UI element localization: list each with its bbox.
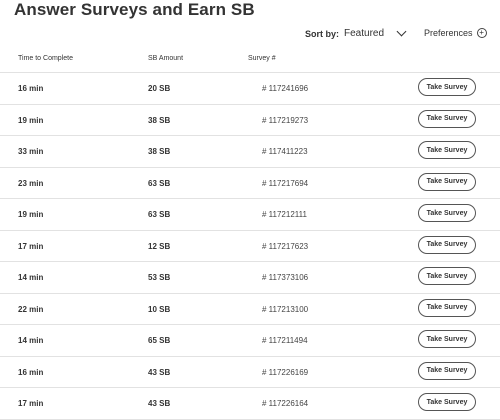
sort-label: Sort by: [305, 28, 340, 39]
survey-list: 16 min 20 SB # 117241696 Take Survey 19 min 3… [0, 73, 500, 420]
take-survey-button[interactable]: Take Survey [418, 204, 476, 222]
time-to-complete: 23 min [18, 178, 44, 188]
take-survey-button[interactable]: Take Survey [418, 141, 476, 159]
table-row: 17 min 12 SB # 117217623 Take Survey [0, 231, 500, 262]
take-survey-button[interactable]: Take Survey [418, 78, 476, 96]
page-title: Answer Surveys and Earn SB [14, 0, 255, 19]
plus-circle-icon[interactable]: + [476, 28, 487, 38]
preferences-label[interactable]: Preferences [424, 28, 473, 38]
sb-amount: 38 SB [148, 147, 171, 156]
sort-dropdown[interactable]: Sort by: Featured [305, 26, 407, 39]
table-row: 14 min 53 SB # 117373106 Take Survey [0, 262, 500, 294]
take-survey-button[interactable]: Take Survey [418, 109, 476, 128]
table-row: 19 min 38 SB # 117219273 Take Survey [0, 105, 500, 136]
sb-amount: 43 SB [148, 399, 171, 408]
table-row: 14 min 65 SB # 117211494 Take Survey [0, 325, 500, 357]
take-survey-button[interactable]: Take Survey [418, 267, 476, 285]
time-to-complete: 19 min [18, 115, 44, 125]
time-to-complete: 17 min [18, 241, 44, 251]
sort-value[interactable]: Featured [344, 28, 384, 39]
header-amount: SB Amount [148, 55, 184, 62]
table-row: 16 min 20 SB # 117241696 Take Survey [0, 73, 500, 105]
time-to-complete: 17 min [18, 399, 44, 408]
survey-number: # 117373106 [262, 273, 309, 282]
time-to-complete: 16 min [18, 367, 44, 377]
survey-number: # 117241696 [262, 84, 309, 93]
take-survey-button[interactable]: Take Survey [418, 298, 476, 317]
table-row: 23 min 63 SB # 117217694 Take Survey [0, 168, 500, 199]
survey-number: # 117211494 [262, 336, 308, 345]
table-row: 16 min 43 SB # 117226169 Take Survey [0, 357, 500, 388]
take-survey-button[interactable]: Take Survey [418, 330, 476, 348]
table-row: 19 min 63 SB # 117212111 Take Survey [0, 199, 500, 231]
header-time: Time to Complete [18, 55, 73, 62]
survey-number: # 117411223 [262, 147, 308, 156]
sb-amount: 63 SB [148, 210, 171, 219]
sb-amount: 53 SB [148, 273, 171, 282]
sb-amount: 10 SB [148, 304, 171, 314]
time-to-complete: 22 min [18, 304, 44, 314]
table-row: 22 min 10 SB # 117213100 Take Survey [0, 294, 500, 325]
sb-amount: 43 SB [148, 367, 171, 377]
table-row: 33 min 38 SB # 117411223 Take Survey [0, 136, 500, 168]
table-header: Time to Complete SB Amount Survey # [0, 45, 500, 73]
chevron-down-icon[interactable] [396, 26, 407, 37]
time-to-complete: 14 min [18, 336, 44, 345]
time-to-complete: 33 min [18, 147, 44, 156]
sb-amount: 12 SB [148, 241, 171, 251]
survey-number: # 117212111 [262, 210, 307, 219]
sb-amount: 38 SB [148, 115, 171, 125]
survey-number: # 117226164 [262, 399, 309, 408]
time-to-complete: 14 min [18, 273, 44, 282]
sb-amount: 63 SB [148, 178, 171, 188]
sb-amount: 20 SB [148, 84, 171, 93]
take-survey-button[interactable]: Take Survey [418, 172, 476, 191]
survey-number: # 117213100 [262, 304, 309, 314]
table-row: 17 min 43 SB # 117226164 Take Survey [0, 388, 500, 420]
time-to-complete: 19 min [18, 210, 44, 219]
survey-number: # 117217623 [262, 241, 309, 251]
survey-number: # 117226169 [262, 367, 309, 377]
header-survey: Survey # [248, 55, 276, 62]
survey-number: # 117219273 [262, 115, 309, 125]
preferences-button[interactable]: Preferences + [424, 28, 487, 38]
take-survey-button[interactable]: Take Survey [418, 235, 476, 254]
time-to-complete: 16 min [18, 84, 44, 93]
survey-number: # 117217694 [262, 178, 309, 188]
take-survey-button[interactable]: Take Survey [418, 393, 476, 411]
sb-amount: 65 SB [148, 336, 171, 345]
take-survey-button[interactable]: Take Survey [418, 361, 476, 380]
